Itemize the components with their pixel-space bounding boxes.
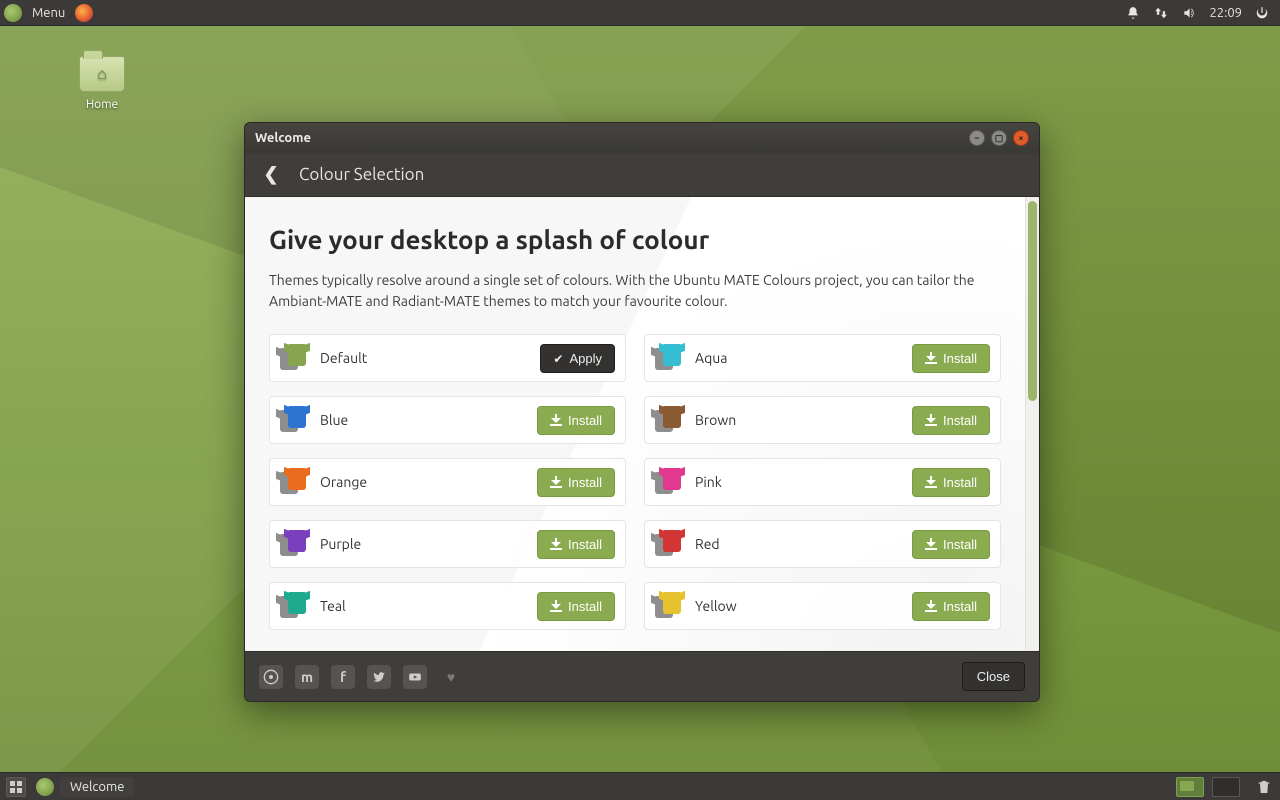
download-icon (550, 414, 562, 426)
theme-label: Pink (695, 474, 722, 490)
install-button[interactable]: Install (537, 468, 615, 497)
home-folder-icon[interactable]: ⌂ Home (62, 56, 142, 111)
youtube-link-icon[interactable] (403, 665, 427, 689)
firefox-launcher-icon[interactable] (75, 4, 93, 22)
theme-card-pink: Pink Install (644, 458, 1001, 506)
volume-icon[interactable] (1181, 5, 1197, 21)
theme-card-default: Default Apply (269, 334, 626, 382)
theme-card-teal: Teal Install (269, 582, 626, 630)
header-title: Colour Selection (299, 165, 424, 184)
window-maximize-button[interactable]: ▢ (991, 130, 1007, 146)
top-panel: Menu 22:09 (0, 0, 1280, 26)
theme-label: Aqua (695, 350, 727, 366)
ubuntu-mate-link-icon[interactable] (259, 665, 283, 689)
theme-shirt-icon (655, 592, 685, 620)
download-icon (550, 600, 562, 612)
theme-shirt-icon (655, 530, 685, 558)
mate-logo-icon[interactable] (4, 4, 22, 22)
donate-heart-icon[interactable]: ♥ (439, 665, 463, 689)
menu-button[interactable]: Menu (28, 6, 69, 20)
theme-shirt-icon (655, 406, 685, 434)
network-icon[interactable] (1153, 5, 1169, 21)
page-description: Themes typically resolve around a single… (269, 270, 989, 312)
theme-label: Brown (695, 412, 736, 428)
taskbar-item-welcome[interactable]: Welcome (60, 777, 134, 797)
back-button[interactable]: ❮ (261, 164, 281, 185)
theme-card-yellow: Yellow Install (644, 582, 1001, 630)
theme-label: Blue (320, 412, 348, 428)
page-heading: Give your desktop a splash of colour (269, 225, 1001, 254)
theme-shirt-icon (655, 344, 685, 372)
mate-menu-icon[interactable] (36, 778, 54, 796)
install-button[interactable]: Install (537, 592, 615, 621)
theme-card-blue: Blue Install (269, 396, 626, 444)
app-footer: m f ♥ Close (245, 651, 1039, 701)
theme-label: Teal (320, 598, 346, 614)
theme-shirt-icon (280, 344, 310, 372)
theme-grid: Default Apply Aqua Install Blue Install Brown I… (269, 334, 1001, 630)
power-icon[interactable] (1254, 5, 1270, 21)
show-desktop-button[interactable] (6, 777, 26, 797)
theme-shirt-icon (280, 530, 310, 558)
install-button[interactable]: Install (537, 406, 615, 435)
install-button[interactable]: Install (912, 406, 990, 435)
trash-icon[interactable] (1254, 777, 1274, 797)
theme-label: Default (320, 350, 367, 366)
theme-shirt-icon (280, 406, 310, 434)
theme-label: Purple (320, 536, 361, 552)
mastodon-link-icon[interactable]: m (295, 665, 319, 689)
theme-card-brown: Brown Install (644, 396, 1001, 444)
download-icon (925, 352, 937, 364)
system-tray: 22:09 (1125, 5, 1276, 21)
close-button[interactable]: Close (962, 662, 1025, 691)
theme-card-purple: Purple Install (269, 520, 626, 568)
theme-card-aqua: Aqua Install (644, 334, 1001, 382)
vertical-scrollbar[interactable] (1025, 197, 1039, 651)
apply-button[interactable]: Apply (540, 344, 615, 373)
theme-shirt-icon (280, 468, 310, 496)
window-minimize-button[interactable]: – (969, 130, 985, 146)
theme-card-orange: Orange Install (269, 458, 626, 506)
install-button[interactable]: Install (537, 530, 615, 559)
scrollbar-thumb[interactable] (1028, 201, 1037, 401)
check-icon (553, 351, 563, 366)
twitter-link-icon[interactable] (367, 665, 391, 689)
download-icon (925, 414, 937, 426)
install-button[interactable]: Install (912, 592, 990, 621)
bottom-panel: Welcome (0, 772, 1280, 800)
workspace-1[interactable] (1176, 777, 1204, 797)
content-area: Give your desktop a splash of colour The… (245, 197, 1025, 651)
notifications-icon[interactable] (1125, 5, 1141, 21)
window-titlebar[interactable]: Welcome – ▢ × (245, 123, 1039, 153)
window-title: Welcome (255, 131, 311, 145)
workspace-2[interactable] (1212, 777, 1240, 797)
theme-card-red: Red Install (644, 520, 1001, 568)
taskbar-item-label: Welcome (70, 780, 124, 794)
download-icon (925, 538, 937, 550)
theme-shirt-icon (280, 592, 310, 620)
download-icon (550, 476, 562, 488)
download-icon (925, 476, 937, 488)
welcome-window: Welcome – ▢ × ❮ Colour Selection Give yo… (244, 122, 1040, 702)
install-button[interactable]: Install (912, 468, 990, 497)
app-header: ❮ Colour Selection (245, 153, 1039, 197)
theme-label: Yellow (695, 598, 737, 614)
download-icon (550, 538, 562, 550)
workspace-window-indicator (1180, 781, 1194, 791)
window-close-button[interactable]: × (1013, 130, 1029, 146)
theme-label: Orange (320, 474, 367, 490)
folder-icon: ⌂ (79, 56, 125, 92)
download-icon (925, 600, 937, 612)
install-button[interactable]: Install (912, 530, 990, 559)
install-button[interactable]: Install (912, 344, 990, 373)
home-folder-label: Home (62, 98, 142, 111)
theme-label: Red (695, 536, 720, 552)
clock[interactable]: 22:09 (1209, 6, 1242, 20)
theme-shirt-icon (655, 468, 685, 496)
facebook-link-icon[interactable]: f (331, 665, 355, 689)
